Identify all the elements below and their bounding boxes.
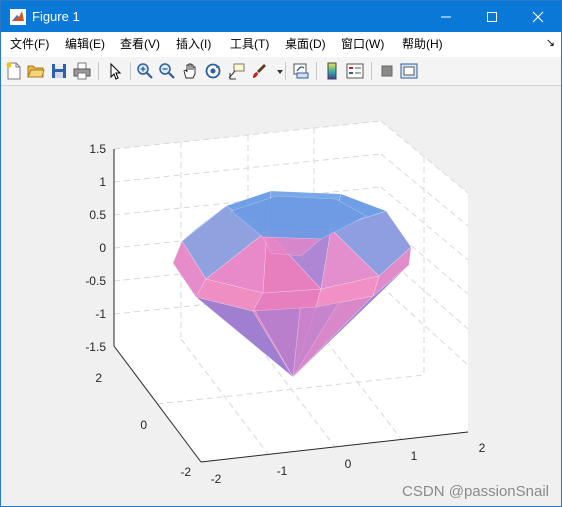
title-bar[interactable]: Figure 1 (1, 1, 561, 32)
menu-insert[interactable]: 插入(I) (176, 37, 211, 52)
zoom-in-button[interactable] (136, 62, 154, 80)
figure-toolbar (1, 57, 561, 86)
new-file-icon (6, 62, 21, 80)
rotate-3d-button[interactable] (204, 62, 222, 80)
watermark-text: CSDN @passionSnail (402, 483, 549, 500)
dock-arrow-icon[interactable]: ↘ (546, 36, 555, 49)
save-icon (52, 64, 66, 78)
z-tick: -1.5 (85, 340, 106, 354)
z-tick: 0.5 (89, 208, 106, 222)
menu-window[interactable]: 窗口(W) (341, 37, 384, 52)
brush-button[interactable] (250, 62, 268, 80)
data-tip-icon (228, 63, 245, 80)
figure-canvas[interactable]: 1.5 1 0.5 0 -0.5 -1 -1.5 2 0 -2 -2 -1 0 … (1, 86, 561, 506)
figure-window: Figure 1 文件(F) 编辑(E) 查看(V) 插入(I) 工具(T) 桌… (0, 0, 562, 507)
new-figure-button[interactable] (5, 62, 23, 80)
menu-bar: 文件(F) 编辑(E) 查看(V) 插入(I) 工具(T) 桌面(D) 窗口(W… (1, 32, 561, 57)
x-tick: -1 (277, 464, 288, 478)
toolbar-separator (130, 62, 131, 80)
menu-file[interactable]: 文件(F) (10, 37, 49, 52)
toolbar-separator (316, 62, 317, 80)
window-title: Figure 1 (32, 9, 80, 24)
minimize-icon (441, 16, 451, 17)
z-tick: 1 (99, 175, 106, 189)
x-tick: 0 (345, 457, 352, 471)
print-icon (73, 62, 91, 80)
toolbar-separator (371, 62, 372, 80)
brush-dropdown[interactable] (271, 62, 283, 80)
z-tick: 1.5 (89, 142, 106, 156)
hide-plot-tools-button[interactable] (378, 62, 396, 80)
edit-plot-button[interactable] (106, 62, 124, 80)
save-button[interactable] (50, 62, 68, 80)
minimize-button[interactable] (423, 1, 469, 32)
matlab-icon (10, 9, 26, 25)
colorbar-icon (327, 62, 337, 80)
plot-tools-icon (400, 63, 418, 79)
open-file-button[interactable] (27, 62, 45, 80)
toolbar-separator (285, 62, 286, 80)
data-cursor-button[interactable] (227, 62, 245, 80)
axes-3d[interactable]: 1.5 1 0.5 0 -0.5 -1 -1.5 2 0 -2 -2 -1 0 … (1, 86, 561, 506)
insert-legend-button[interactable] (346, 62, 364, 80)
hand-icon (183, 63, 196, 79)
print-button[interactable] (73, 62, 91, 80)
menu-view[interactable]: 查看(V) (120, 37, 160, 52)
z-tick: -0.5 (85, 274, 106, 288)
link-plot-icon (293, 63, 309, 79)
menu-desktop[interactable]: 桌面(D) (285, 37, 326, 52)
legend-icon (346, 63, 364, 79)
square-icon (381, 65, 393, 77)
close-button[interactable] (515, 1, 561, 32)
insert-colorbar-button[interactable] (323, 62, 341, 80)
toolbar-separator (98, 62, 99, 80)
brush-icon (253, 64, 266, 78)
x-tick: 1 (411, 449, 418, 463)
menu-tools[interactable]: 工具(T) (230, 37, 269, 52)
x-tick: 2 (479, 441, 486, 455)
folder-icon (27, 65, 45, 78)
zoom-in-icon (137, 63, 153, 79)
rotate-icon (205, 63, 221, 79)
z-tick: -1 (95, 307, 106, 321)
maximize-button[interactable] (469, 1, 515, 32)
zoom-out-button[interactable] (158, 62, 176, 80)
pan-button[interactable] (181, 62, 199, 80)
zoom-out-icon (159, 63, 175, 79)
y-tick: 2 (95, 371, 102, 385)
y-tick: 0 (140, 418, 147, 432)
z-tick: 0 (99, 241, 106, 255)
cursor-arrow-icon (110, 62, 122, 80)
maximize-icon (487, 11, 497, 22)
z-tick-labels: 1.5 1 0.5 0 -0.5 -1 -1.5 (85, 142, 106, 354)
close-icon (532, 11, 544, 22)
menu-edit[interactable]: 编辑(E) (65, 37, 105, 52)
x-tick: -2 (211, 472, 222, 486)
show-plot-tools-button[interactable] (400, 62, 418, 80)
menu-help[interactable]: 帮助(H) (402, 37, 443, 52)
chevron-down-icon (277, 70, 283, 74)
y-tick: -2 (180, 465, 191, 479)
link-plot-button[interactable] (292, 62, 310, 80)
